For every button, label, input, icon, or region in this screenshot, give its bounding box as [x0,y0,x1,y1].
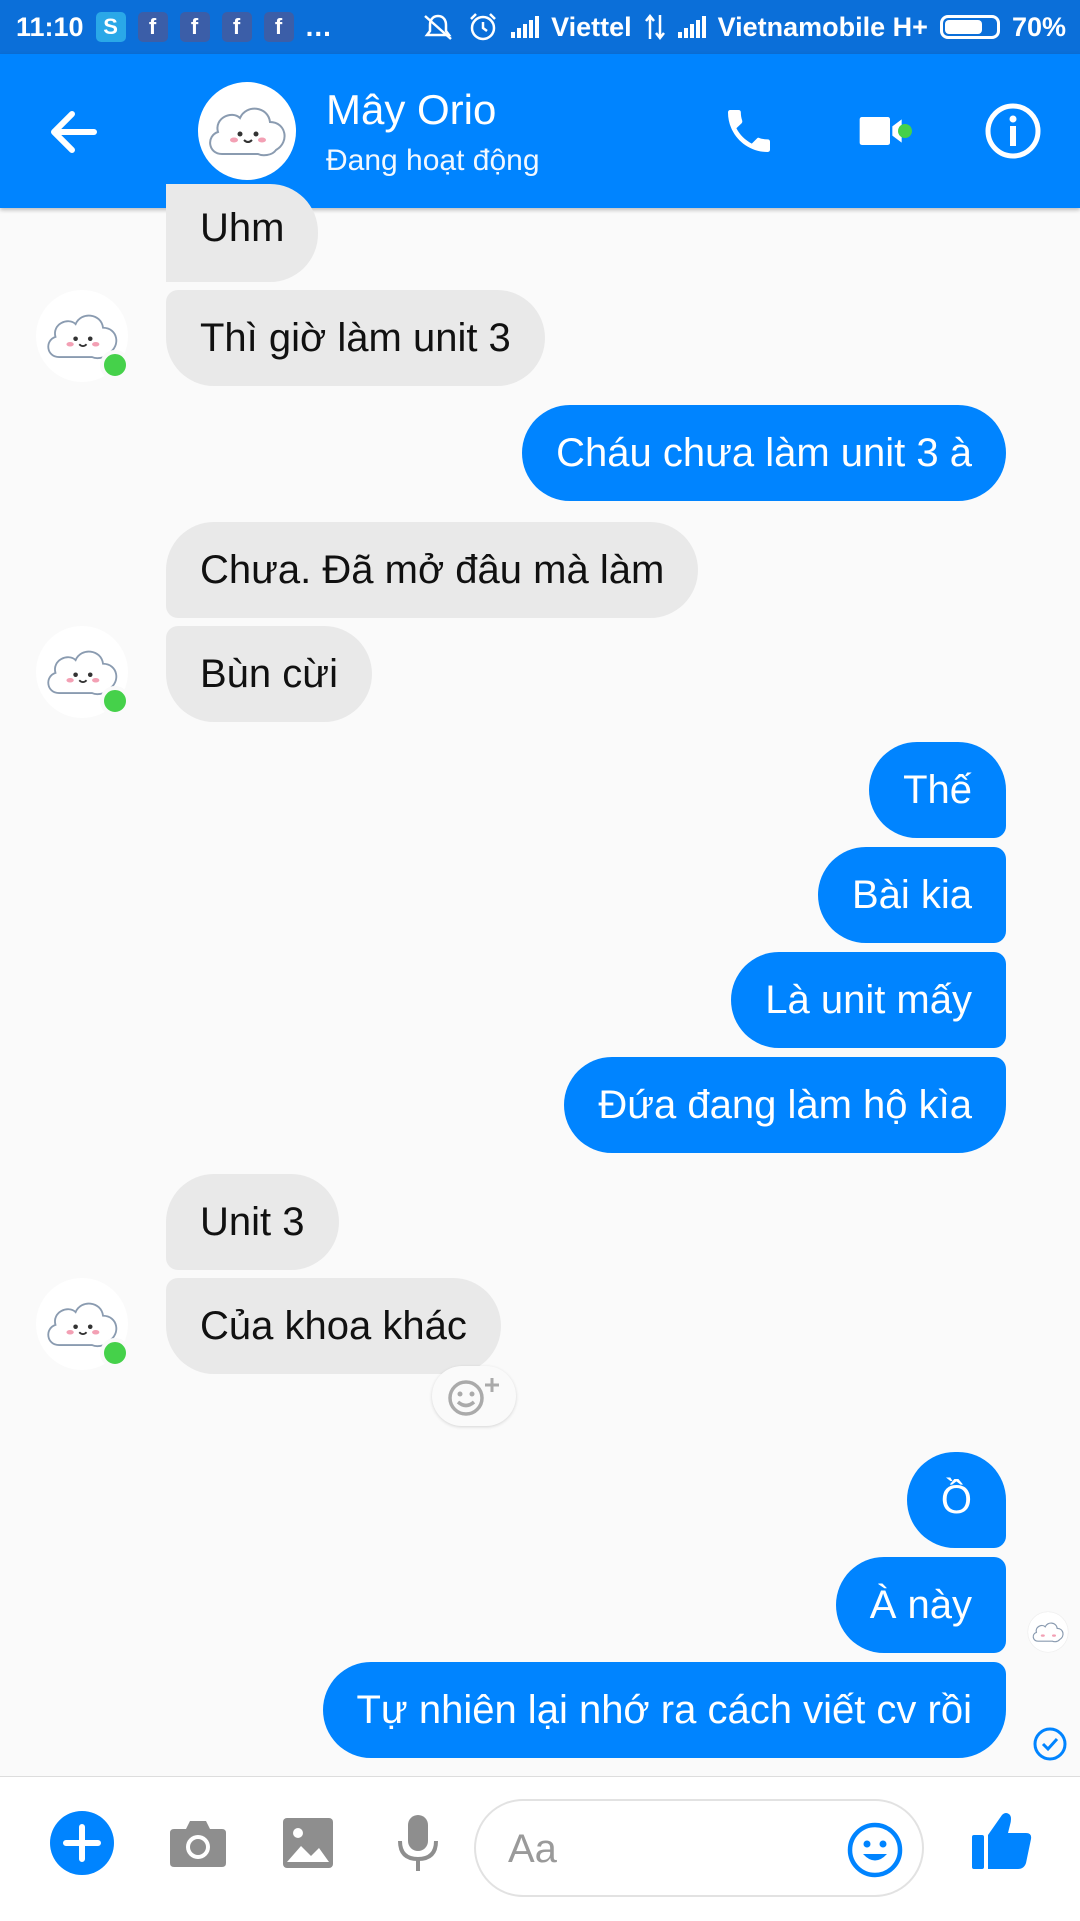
image-icon [283,1818,333,1868]
message-bubble-outgoing[interactable]: À này [835,1557,1006,1653]
contact-name[interactable]: Mây Orio [326,86,496,134]
clock: 11:10 [16,11,84,42]
message-bubble-incoming[interactable]: Chưa. Đã mở đâu mà làm [166,522,699,618]
more-actions-button[interactable] [46,1807,118,1879]
message-bubble-outgoing[interactable]: Tự nhiên lại nhớ ra cách viết cv rồi [322,1662,1006,1758]
delivered-check-icon [1033,1727,1067,1761]
online-indicator [100,1338,130,1368]
sender-avatar[interactable] [36,1278,130,1370]
mute-icon [424,14,452,40]
carrier-2: Vietnamobile H+ [717,11,928,42]
message-bubble-incoming[interactable]: Unit 3 [166,1174,339,1270]
back-arrow-icon [51,111,97,153]
message-input[interactable] [506,1823,810,1875]
plus-circle-icon [50,1811,114,1875]
message-input-container[interactable] [474,1799,924,1897]
cloud-avatar-icon [1032,1622,1064,1643]
contact-avatar[interactable] [198,82,296,180]
online-indicator [100,350,130,380]
message-bubble-outgoing[interactable]: Bài kia [817,847,1006,943]
camera-icon [170,1821,226,1867]
more-notifications-icon: ... [305,11,332,42]
gallery-button[interactable] [272,1807,344,1879]
conversation-header: Mây Orio Đang hoạt động [0,54,1080,208]
message-bubble-outgoing[interactable]: Ồ [906,1452,1006,1548]
seen-by-avatar [1028,1612,1068,1652]
emoji-icon[interactable] [846,1821,904,1879]
voice-message-button[interactable] [382,1807,454,1879]
facebook-icon: f [179,12,210,42]
facebook-icon: f [137,12,168,42]
contact-active-status: Đang hoạt động [326,144,540,177]
microphone-icon [398,1815,438,1871]
active-dot [898,124,912,138]
online-indicator [100,686,130,716]
battery-percent: 70% [1011,11,1066,42]
voice-call-button[interactable] [716,98,782,164]
data-transfer-icon [644,13,665,41]
cloud-avatar-icon [209,107,286,157]
signal-icon [677,16,706,38]
sender-avatar[interactable] [36,290,130,382]
message-bubble-outgoing[interactable]: Đứa đang làm hộ kìa [564,1057,1006,1153]
message-composer [0,1776,1080,1921]
alarm-icon [470,13,496,41]
skype-icon: S [95,12,126,42]
facebook-icon: f [263,12,294,42]
message-bubble-incoming[interactable]: Uhm [166,184,319,282]
sender-avatar[interactable] [36,626,130,718]
add-reaction-button[interactable] [432,1366,516,1426]
conversation-info-button[interactable] [980,98,1046,164]
like-button[interactable] [966,1805,1038,1877]
back-button[interactable] [44,102,104,162]
battery-icon [939,15,1000,39]
info-icon [985,103,1041,159]
thumbs-up-icon [972,1813,1032,1869]
message-bubble-incoming[interactable]: Bùn cừi [166,626,372,722]
phone-icon [728,110,770,152]
video-call-button[interactable] [850,98,916,164]
message-bubble-outgoing[interactable]: Thế [869,742,1006,838]
facebook-icon: f [221,12,252,42]
message-bubble-outgoing[interactable]: Là unit mấy [731,952,1006,1048]
status-bar: 11:10 S f f f f ... Viettel Vietnamobile… [0,0,1080,54]
carrier-1: Viettel [551,11,632,42]
signal-icon [511,16,540,38]
camera-button[interactable] [162,1807,234,1879]
message-bubble-incoming[interactable]: Thì giờ làm unit 3 [166,290,545,386]
message-bubble-outgoing[interactable]: Cháu chưa làm unit 3 à [522,405,1006,501]
message-bubble-incoming[interactable]: Của khoa khác [166,1278,501,1374]
emoji-plus-icon [448,1378,499,1416]
